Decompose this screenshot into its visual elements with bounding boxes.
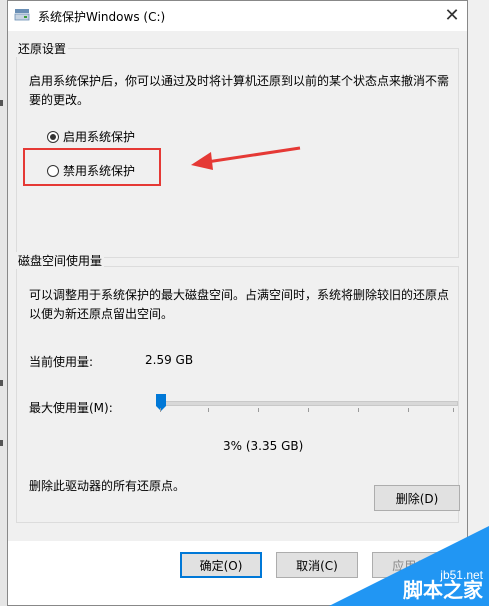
watermark-name: 脚本之家 [403, 578, 483, 602]
window-title: 系统保护Windows (C:) [38, 10, 166, 24]
system-protection-dialog: 系统保护Windows (C:) ✕ 还原设置 启用系统保护后，你可以通过及时将… [7, 0, 468, 606]
disk-usage-description: 可以调整用于系统保护的最大磁盘空间。占满空间时，系统将删除较旧的还原点以便为新还… [29, 288, 450, 321]
system-drive-icon [14, 9, 30, 21]
enable-protection-radio[interactable]: 启用系统保护 [47, 128, 135, 145]
slider-tick [408, 408, 409, 412]
delete-description: 删除此驱动器的所有还原点。 [29, 479, 186, 493]
delete-button[interactable]: 删除(D) [374, 485, 460, 511]
enable-protection-label: 启用系统保护 [63, 130, 136, 144]
slider-tick [308, 408, 309, 412]
slider-readout: 3% (3.35 GB) [223, 439, 304, 453]
radio-button-checked[interactable] [47, 130, 59, 143]
restore-settings-title: 还原设置 [16, 40, 69, 57]
background-mark [0, 380, 3, 386]
restore-settings-description: 启用系统保护后，你可以通过及时将计算机还原到以前的某个状态点来撤消不需要的更改。 [29, 74, 450, 107]
slider-tick [160, 408, 161, 412]
slider-tick [453, 408, 454, 412]
slider-tick [358, 408, 359, 412]
slider-tick [258, 408, 259, 412]
current-usage-label: 当前使用量: [29, 355, 94, 369]
background-mark [0, 440, 3, 446]
dialog-content: 还原设置 启用系统保护后，你可以通过及时将计算机还原到以前的某个状态点来撤消不需… [8, 31, 467, 541]
red-arrow-annotation [191, 146, 301, 170]
slider-tick [208, 408, 209, 412]
disk-usage-title: 磁盘空间使用量 [16, 252, 105, 269]
title-bar: 系统保护Windows (C:) ✕ [8, 1, 467, 31]
max-usage-label: 最大使用量(M): [29, 401, 113, 415]
ok-button[interactable]: 确定(O) [180, 552, 262, 578]
current-usage-value: 2.59 GB [145, 353, 194, 367]
max-usage-slider-track[interactable] [156, 401, 458, 406]
background-mark [0, 100, 3, 106]
max-usage-slider-thumb[interactable] [155, 393, 167, 412]
disable-option-highlight [23, 148, 161, 186]
close-icon[interactable]: ✕ [437, 1, 467, 29]
radio-dot [50, 133, 56, 140]
